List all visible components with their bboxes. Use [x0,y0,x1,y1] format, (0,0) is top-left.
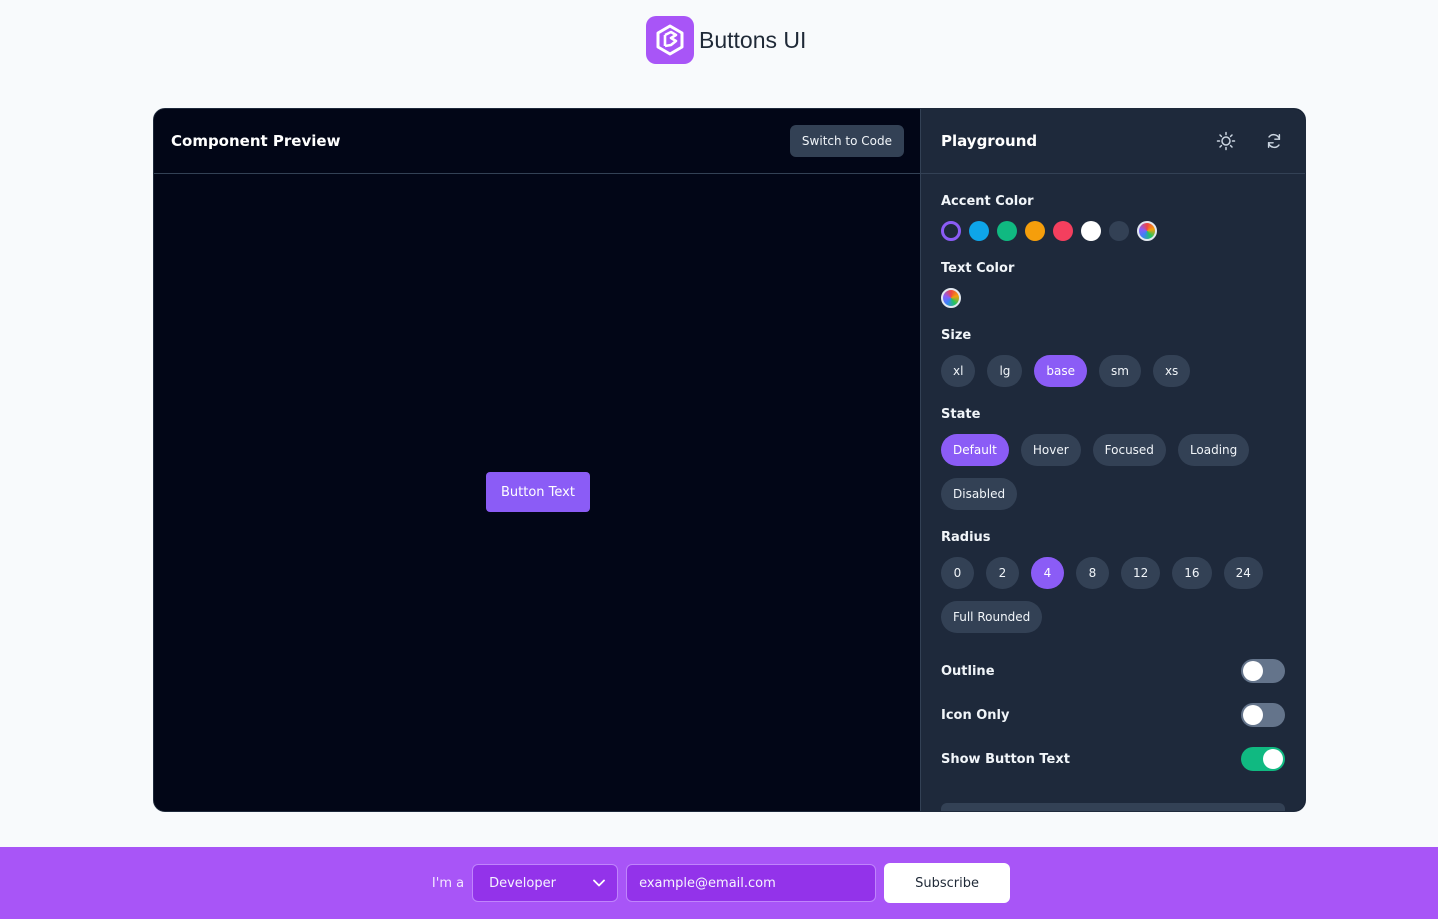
playground-actions [1215,130,1285,152]
size-option-base[interactable]: base [1034,355,1087,387]
playground-title: Playground [941,132,1038,150]
show-button-text-label: Show Button Text [941,751,1070,767]
accent-swatch-rose[interactable] [1053,221,1073,241]
radius-option-16[interactable]: 16 [1172,557,1212,589]
email-input[interactable] [626,864,877,902]
chevron-down-icon [593,876,605,891]
size-label: Size [941,328,972,343]
toggle-knob [1243,705,1263,725]
next-field-edge [941,803,1285,811]
preview-title: Component Preview [171,132,341,150]
accent-color-label: Accent Color [941,194,1034,209]
refresh-icon[interactable] [1263,130,1285,152]
accent-color-section: Accent Color [941,194,1285,241]
state-option-default[interactable]: Default [941,434,1009,466]
radius-section: Radius 0 2 4 8 12 16 24 Full Rounded [941,530,1285,633]
radius-option-24[interactable]: 24 [1223,557,1263,589]
role-select[interactable]: Developer [472,864,619,902]
icon-only-row: Icon Only [941,693,1285,737]
outline-toggle[interactable] [1241,659,1285,683]
subscribe-footer: I'm a Developer Subscribe [0,847,1438,919]
size-option-lg[interactable]: lg [987,355,1023,387]
text-color-label: Text Color [941,261,1015,276]
preview-stage: Button Text [154,174,920,811]
component-preview-panel: Component Preview Switch to Code Button … [154,109,921,811]
size-option-xl[interactable]: xl [941,355,976,387]
role-prefix-label: I'm a [431,875,465,891]
state-label: State [941,407,981,422]
switch-to-code-button[interactable]: Switch to Code [789,125,904,157]
show-button-text-row: Show Button Text [941,737,1285,781]
icon-only-toggle[interactable] [1241,703,1285,727]
state-options: Default Hover Focused Loading Disabled [941,434,1285,510]
show-button-text-toggle[interactable] [1241,747,1285,771]
brand-name: Buttons UI [699,26,807,53]
state-option-focused[interactable]: Focused [1092,434,1166,466]
accent-swatch-purple[interactable] [941,221,961,241]
text-color-swatches [941,288,1285,308]
radius-option-2[interactable]: 2 [986,557,1019,589]
size-options: xl lg base sm xs [941,355,1285,387]
radius-option-4[interactable]: 4 [1031,557,1064,589]
size-option-xs[interactable]: xs [1152,355,1191,387]
size-section: Size xl lg base sm xs [941,328,1285,387]
builder-card: Component Preview Switch to Code Button … [153,108,1306,812]
outline-label: Outline [941,663,995,679]
state-option-loading[interactable]: Loading [1177,434,1250,466]
text-color-section: Text Color [941,261,1285,308]
radius-options: 0 2 4 8 12 16 24 Full Rounded [941,557,1285,633]
sun-icon[interactable] [1215,130,1237,152]
text-color-swatch-custom[interactable] [941,288,961,308]
radius-option-0[interactable]: 0 [941,557,974,589]
preview-header: Component Preview Switch to Code [154,109,920,174]
playground-header: Playground [921,109,1305,174]
buttons-ui-logo-icon [646,16,694,64]
accent-swatch-sky[interactable] [969,221,989,241]
toggle-list: Outline Icon Only Show Button Text [941,649,1285,781]
accent-swatch-custom[interactable] [1137,221,1157,241]
radius-option-12[interactable]: 12 [1121,557,1161,589]
accent-swatches [941,221,1285,241]
state-option-hover[interactable]: Hover [1020,434,1081,466]
radius-label: Radius [941,530,991,545]
accent-swatch-slate[interactable] [1109,221,1129,241]
accent-swatch-amber[interactable] [1025,221,1045,241]
preview-demo-button[interactable]: Button Text [486,472,590,512]
state-section: State Default Hover Focused Loading Disa… [941,407,1285,510]
playground-body: Accent Color Text Color Size xl lg base … [921,174,1305,781]
brand[interactable]: Buttons UI [646,16,806,64]
outline-row: Outline [941,649,1285,693]
subscribe-button[interactable]: Subscribe [884,863,1011,903]
radius-option-full-rounded[interactable]: Full Rounded [941,601,1043,633]
radius-option-8[interactable]: 8 [1076,557,1109,589]
playground-panel: Playground Accent Color Text Color Size … [921,109,1305,811]
role-select-value: Developer [489,875,556,891]
accent-swatch-green[interactable] [997,221,1017,241]
accent-swatch-white[interactable] [1081,221,1101,241]
icon-only-label: Icon Only [941,707,1010,723]
state-option-disabled[interactable]: Disabled [941,478,1018,510]
toggle-knob [1243,661,1263,681]
size-option-sm[interactable]: sm [1099,355,1141,387]
toggle-knob [1263,749,1283,769]
